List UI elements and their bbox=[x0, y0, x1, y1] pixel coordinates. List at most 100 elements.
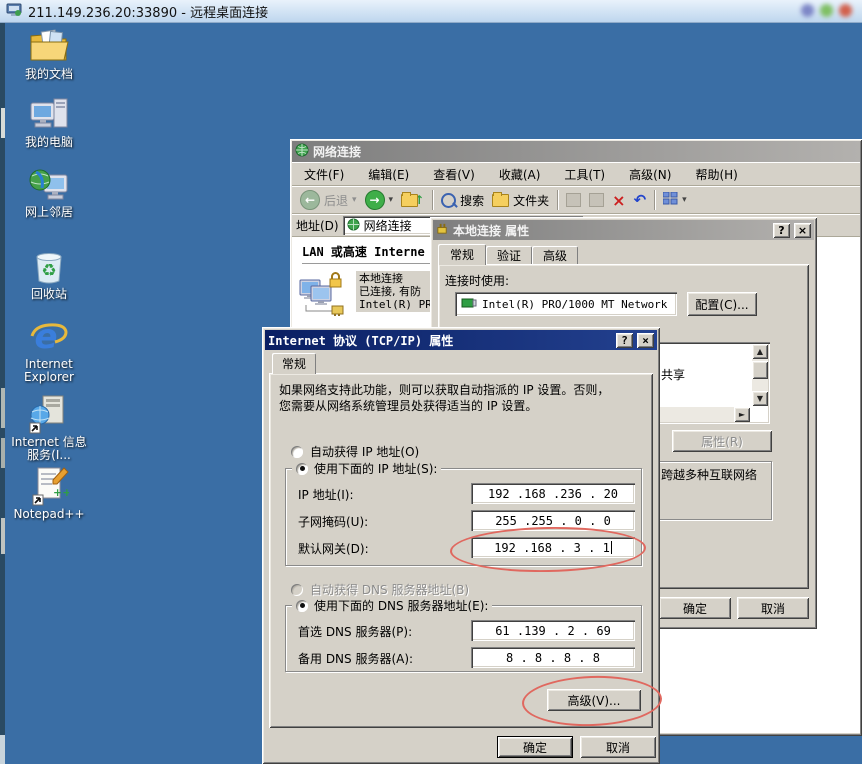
my-computer-icon bbox=[28, 96, 70, 134]
tab-general[interactable]: 常规 bbox=[272, 353, 316, 374]
alternate-dns-label: 备用 DNS 服务器(A): bbox=[298, 650, 413, 667]
up-button[interactable]: ↑ bbox=[397, 193, 428, 207]
close-button[interactable] bbox=[839, 4, 852, 17]
desktop-icon-label: 网上邻居 bbox=[25, 206, 73, 219]
folders-label: 文件夹 bbox=[513, 192, 549, 209]
address-label: 地址(D) bbox=[296, 217, 339, 234]
ip-address-input[interactable]: 192 .168 .236 . 20 bbox=[471, 483, 635, 504]
back-button[interactable]: ← 后退 ▾ bbox=[296, 190, 361, 210]
menu-help[interactable]: 帮助(H) bbox=[683, 166, 749, 183]
rdp-title: 211.149.236.20:33890 - 远程桌面连接 bbox=[28, 2, 268, 21]
notepad-plus-icon: ++ bbox=[29, 466, 69, 506]
desktop-icon-internet-explorer[interactable]: e Internet Explorer bbox=[8, 318, 90, 384]
radio-use-dns[interactable]: 使用下面的 DNS 服务器地址(E): bbox=[292, 597, 492, 614]
ok-button[interactable]: 确定 bbox=[659, 597, 731, 619]
ip-address-row: IP 地址(I): 192 .168 .236 . 20 bbox=[286, 483, 643, 505]
menu-edit[interactable]: 编辑(E) bbox=[356, 166, 421, 183]
forward-button[interactable]: → ▾ bbox=[361, 190, 398, 210]
preferred-dns-input[interactable]: 61 .139 . 2 . 69 bbox=[471, 620, 635, 641]
tab-advanced[interactable]: 高级 bbox=[532, 246, 578, 265]
configure-button[interactable]: 配置(C)... bbox=[687, 292, 757, 316]
menu-favorites[interactable]: 收藏(A) bbox=[487, 166, 553, 183]
help-button[interactable]: ? bbox=[616, 333, 633, 348]
menu-view[interactable]: 查看(V) bbox=[421, 166, 487, 183]
close-button[interactable]: × bbox=[794, 223, 811, 238]
scroll-down-icon: ▼ bbox=[757, 394, 763, 403]
close-button[interactable]: × bbox=[637, 333, 654, 348]
views-dropdown-icon[interactable]: ▾ bbox=[682, 195, 687, 205]
scroll-down-button[interactable]: ▼ bbox=[752, 391, 768, 406]
scroll-up-icon: ▲ bbox=[757, 347, 763, 356]
desktop-icon-recycle-bin[interactable]: ♻ 回收站 bbox=[8, 248, 90, 301]
scrollbar-thumb[interactable] bbox=[752, 361, 768, 379]
minimize-button[interactable] bbox=[801, 4, 814, 17]
forward-dropdown-icon[interactable]: ▾ bbox=[389, 195, 394, 205]
copy-to-button[interactable] bbox=[585, 193, 608, 207]
iis-icon bbox=[28, 394, 70, 434]
remote-desktop-icon bbox=[6, 3, 22, 20]
delete-icon: × bbox=[612, 191, 625, 210]
properties-button[interactable]: 属性(R) bbox=[672, 430, 772, 452]
intro-text-line1: 如果网络支持此功能，则可以获取自动指派的 IP 设置。否则， bbox=[279, 381, 609, 398]
tab-general[interactable]: 常规 bbox=[438, 244, 486, 265]
connection-device: Intel(R) PR bbox=[359, 298, 432, 311]
desktop-icon-network-places[interactable]: 网上邻居 bbox=[8, 166, 90, 219]
folders-button[interactable]: 文件夹 bbox=[488, 192, 553, 209]
menu-tools[interactable]: 工具(T) bbox=[552, 166, 617, 183]
back-label: 后退 bbox=[324, 192, 348, 209]
ip-address-label: IP 地址(I): bbox=[298, 486, 354, 503]
back-dropdown-icon[interactable]: ▾ bbox=[352, 195, 357, 205]
search-button[interactable]: 搜索 bbox=[437, 192, 488, 209]
desktop-icon-iis[interactable]: Internet 信息服务(I... bbox=[8, 394, 90, 462]
maximize-button[interactable] bbox=[820, 4, 833, 17]
vertical-scrollbar[interactable]: ▲ ▼ bbox=[752, 344, 768, 406]
local-connection-text: 本地连接 已连接, 有防 Intel(R) PR bbox=[356, 271, 435, 312]
tcpip-title-bar[interactable]: Internet 协议 (TCP/IP) 属性 ? × bbox=[265, 330, 657, 350]
desktop-icon-my-computer[interactable]: 我的电脑 bbox=[8, 96, 90, 149]
group-header-lan: LAN 或高速 Interne bbox=[302, 243, 432, 264]
desktop-icon-notepad-plus[interactable]: ++ Notepad++ bbox=[8, 466, 90, 521]
scroll-up-button[interactable]: ▲ bbox=[752, 344, 768, 359]
undo-button[interactable]: ↶ bbox=[630, 191, 651, 209]
dialog-title: 本地连接 属性 bbox=[453, 222, 529, 239]
my-documents-icon bbox=[28, 28, 70, 66]
scroll-right-button[interactable]: ► bbox=[734, 407, 750, 422]
network-connections-title-bar[interactable]: 网络连接 bbox=[292, 141, 860, 162]
alternate-dns-input[interactable]: 8 . 8 . 8 . 8 bbox=[471, 647, 635, 668]
close-icon: × bbox=[798, 224, 807, 237]
tab-authentication[interactable]: 验证 bbox=[486, 246, 532, 265]
menu-file[interactable]: 文件(F) bbox=[292, 166, 356, 183]
radio-auto-ip[interactable]: 自动获得 IP 地址(O) bbox=[291, 443, 419, 460]
window-controls bbox=[801, 4, 852, 17]
rdp-title-bar[interactable]: 211.149.236.20:33890 - 远程桌面连接 bbox=[0, 0, 862, 23]
menu-advanced[interactable]: 高级(N) bbox=[617, 166, 683, 183]
search-label: 搜索 bbox=[460, 192, 484, 209]
ok-button[interactable]: 确定 bbox=[497, 736, 573, 758]
desktop-icon-my-documents[interactable]: 我的文档 bbox=[8, 28, 90, 81]
help-icon: ? bbox=[778, 224, 784, 237]
move-to-button[interactable] bbox=[562, 193, 585, 207]
local-connection-item[interactable]: 本地连接 已连接, 有防 Intel(R) PR bbox=[298, 271, 435, 320]
toolbar-separator bbox=[557, 190, 558, 210]
preferred-dns-row: 首选 DNS 服务器(P): 61 .139 . 2 . 69 bbox=[286, 620, 643, 642]
svg-text:++: ++ bbox=[53, 486, 69, 499]
toolbar: ← 后退 ▾ → ▾ ↑ 搜索 文件夹 bbox=[292, 186, 860, 214]
help-button[interactable]: ? bbox=[773, 223, 790, 238]
address-item-icon bbox=[347, 218, 360, 234]
local-connection-icon bbox=[298, 271, 350, 320]
views-button[interactable]: ▾ bbox=[659, 192, 691, 208]
cancel-button[interactable]: 取消 bbox=[737, 597, 809, 619]
close-icon: × bbox=[642, 334, 649, 347]
lan-properties-title-bar[interactable]: 本地连接 属性 ? × bbox=[433, 220, 814, 240]
radio-use-ip[interactable]: 使用下面的 IP 地址(S): bbox=[292, 460, 441, 477]
menu-bar: 文件(F) 编辑(E) 查看(V) 收藏(A) 工具(T) 高级(N) 帮助(H… bbox=[292, 162, 860, 186]
delete-button[interactable]: × bbox=[608, 191, 629, 210]
connection-status: 已连接, 有防 bbox=[359, 285, 432, 298]
cancel-button[interactable]: 取消 bbox=[580, 736, 656, 758]
desktop-icon-label: Internet 信息服务(I... bbox=[8, 436, 90, 462]
alternate-dns-row: 备用 DNS 服务器(A): 8 . 8 . 8 . 8 bbox=[286, 647, 643, 669]
network-places-icon bbox=[28, 166, 70, 204]
subnet-mask-label: 子网掩码(U): bbox=[298, 513, 368, 530]
dialog-title: Internet 协议 (TCP/IP) 属性 bbox=[268, 332, 453, 349]
help-icon: ? bbox=[621, 334, 628, 347]
